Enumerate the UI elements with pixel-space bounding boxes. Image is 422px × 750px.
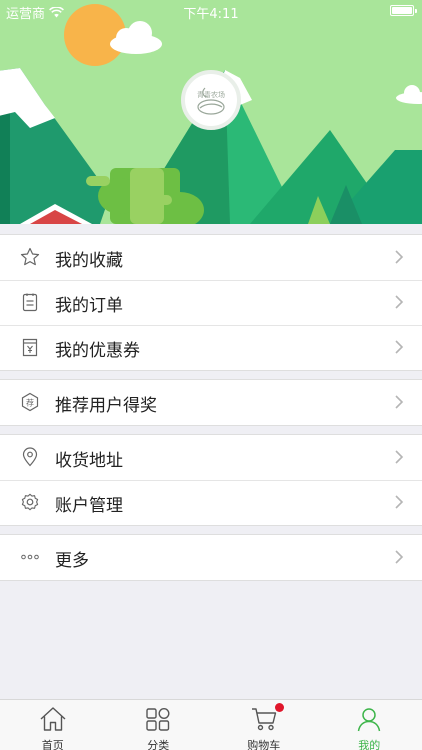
menu-item-orders[interactable]: 我的订单	[0, 280, 422, 325]
menu-item-label: 我的订单	[55, 296, 123, 316]
menu-item-label: 推荐用户得奖	[55, 396, 157, 416]
shopping-cart-icon	[251, 708, 276, 731]
avatar[interactable]: 青青农场	[181, 70, 241, 130]
tab-mine[interactable]: 我的	[317, 700, 422, 750]
menu-item-label: 更多	[55, 551, 89, 571]
menu-item-coupons[interactable]: 我的优惠券	[0, 325, 422, 370]
farm-logo-icon	[197, 87, 225, 115]
menu-item-label: 收货地址	[55, 451, 123, 471]
category-grid-icon	[146, 707, 170, 731]
status-time: 下午4:11	[183, 7, 239, 22]
star-icon	[20, 247, 40, 266]
chevron-right-icon	[395, 340, 404, 354]
menu-group-more: 更多	[0, 534, 422, 581]
chevron-right-icon	[395, 250, 404, 264]
menu-item-account[interactable]: 账户管理	[0, 480, 422, 525]
menu-group-settings: 收货地址 账户管理	[0, 434, 422, 526]
chevron-right-icon	[395, 295, 404, 309]
menu-item-favorites[interactable]: 我的收藏	[0, 235, 422, 280]
chevron-right-icon	[395, 550, 404, 564]
tab-category[interactable]: 分类	[106, 700, 212, 750]
menu-item-referral[interactable]: 荐 推荐用户得奖	[0, 380, 422, 425]
chevron-right-icon	[395, 450, 404, 464]
cart-notification-badge	[275, 703, 284, 712]
tab-home[interactable]: 首页	[0, 700, 106, 750]
user-profile-icon	[358, 708, 381, 732]
tab-label: 我的	[358, 739, 381, 750]
gear-icon	[21, 493, 39, 511]
svg-text:荐: 荐	[26, 398, 34, 408]
clipboard-icon	[22, 293, 38, 312]
more-dots-icon	[21, 554, 39, 560]
menu-item-label: 账户管理	[55, 496, 123, 516]
avatar-text: 青青农场	[197, 91, 225, 99]
chevron-right-icon	[395, 395, 404, 409]
menu-item-more[interactable]: 更多	[0, 535, 422, 580]
battery-icon	[390, 5, 417, 16]
menu-item-address[interactable]: 收货地址	[0, 435, 422, 480]
chevron-right-icon	[395, 495, 404, 509]
tab-label: 首页	[41, 739, 64, 750]
menu-group-referral: 荐 推荐用户得奖	[0, 379, 422, 426]
menu-group-personal: 我的收藏 我的订单 我的优惠券	[0, 234, 422, 371]
tab-label: 购物车	[247, 739, 281, 750]
location-pin-icon	[22, 447, 38, 467]
menu-item-label: 我的优惠券	[55, 341, 140, 361]
tab-label: 分类	[147, 739, 170, 750]
home-icon	[40, 707, 66, 731]
tab-cart[interactable]: 购物车	[211, 700, 317, 750]
recommend-badge-icon: 荐	[21, 392, 39, 412]
menu-item-label: 我的收藏	[55, 251, 123, 271]
coupon-icon	[22, 338, 38, 357]
bottom-tab-bar: 首页 分类 购物车 我的	[0, 699, 422, 750]
status-bar: 运营商 下午4:11	[0, 0, 422, 22]
